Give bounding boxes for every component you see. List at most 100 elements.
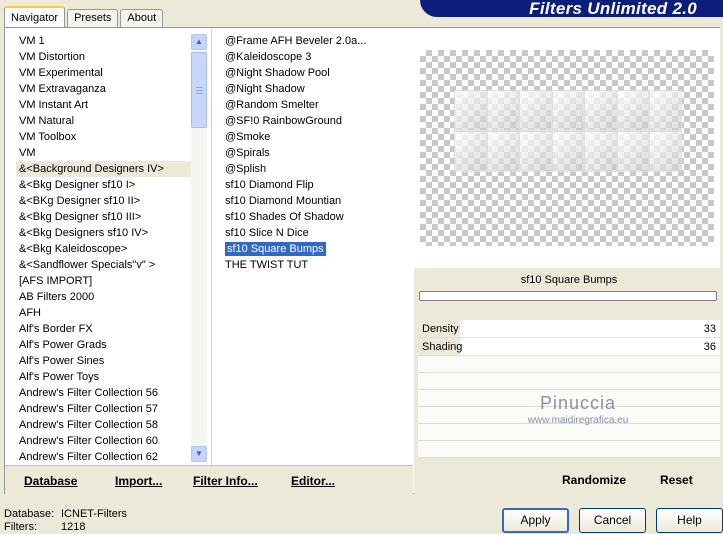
filter-item[interactable]: sf10 Diamond Mountian <box>222 193 412 209</box>
category-item[interactable]: VM Distortion <box>16 49 191 65</box>
brand-banner: Filters Unlimited 2.0 <box>420 0 723 17</box>
category-item[interactable]: VM Extravaganza <box>16 81 191 97</box>
main-panel: VM 1 VM Distortion VM Experimental VM Extra… <box>4 27 720 494</box>
watermark-name: Pinuccia <box>539 393 617 413</box>
param-empty-row <box>418 373 720 390</box>
status-filters-label: Filters: <box>4 521 37 533</box>
database-button[interactable]: Database <box>24 474 77 488</box>
status-database-value: ICNET-Filters <box>61 508 127 520</box>
param-empty-row <box>418 441 720 458</box>
category-item[interactable]: &<Bkg Designer sf10 I> <box>16 177 191 193</box>
category-item[interactable]: &<Bkg Designer sf10 III> <box>16 209 191 225</box>
bump-tile <box>616 131 650 172</box>
filter-item-label: @Random Smelter <box>225 99 319 111</box>
filter-item[interactable]: @Frame AFH Beveler 2.0a... <box>222 33 412 49</box>
filter-item[interactable]: THE TWIST TUT <box>222 257 412 273</box>
filter-item[interactable]: sf10 Shades Of Shadow <box>222 209 412 225</box>
parameter-panel: Density 33 Shading 36 Pinuccia www.maidi… <box>418 320 720 458</box>
filter-item[interactable]: sf10 Square Bumps <box>222 241 412 257</box>
filter-info-button[interactable]: Filter Info... <box>193 474 258 488</box>
category-item[interactable]: &<Background Designers IV> <box>16 161 191 177</box>
reset-button[interactable]: Reset <box>660 473 693 487</box>
category-item[interactable]: Andrew's Filter Collection 56 <box>16 385 191 401</box>
grip-line <box>196 87 203 88</box>
category-item[interactable]: &<Bkg Kaleidoscope> <box>16 241 191 257</box>
category-item[interactable]: VM Natural <box>16 113 191 129</box>
param-empty-row <box>418 424 720 441</box>
category-item[interactable]: Andrew's Filter Collection 62 <box>16 449 191 465</box>
category-item[interactable]: AB Filters 2000 <box>16 289 191 305</box>
category-item[interactable]: Alf's Power Toys <box>16 369 191 385</box>
navigator-button-bar: Database Import... Filter Info... Editor… <box>5 465 413 494</box>
bump-tile <box>584 131 617 172</box>
category-item[interactable]: AFH <box>16 305 191 321</box>
category-item[interactable]: VM Experimental <box>16 65 191 81</box>
bump-tile <box>486 90 520 131</box>
category-item[interactable]: Alf's Border FX <box>16 321 191 337</box>
category-item[interactable]: VM Instant Art <box>16 97 191 113</box>
param-shading-value: 36 <box>703 341 716 353</box>
filter-item[interactable]: sf10 Slice N Dice <box>222 225 412 241</box>
bump-tile <box>454 90 487 131</box>
category-item[interactable]: VM 1 <box>16 33 191 49</box>
editor-button[interactable]: Editor... <box>291 474 335 488</box>
import-button[interactable]: Import... <box>115 474 162 488</box>
grip-line <box>196 93 203 94</box>
filter-item[interactable]: @Spirals <box>222 145 412 161</box>
category-item[interactable]: VM <box>16 145 191 161</box>
category-item[interactable]: VM Toolbox <box>16 129 191 145</box>
filter-item-label: sf10 Diamond Flip <box>225 179 314 191</box>
filter-item-label: @Spirals <box>225 147 270 159</box>
filter-item[interactable]: @SF!0 RainbowGround <box>222 113 412 129</box>
category-item[interactable]: Alf's Power Grads <box>16 337 191 353</box>
preview-area: sf10 Square Bumps Density 33 Shading 36 … <box>414 28 720 494</box>
filter-item-label: @Night Shadow <box>225 83 305 95</box>
tab-navigator[interactable]: Navigator <box>4 6 66 27</box>
filter-item[interactable]: @Night Shadow Pool <box>222 65 412 81</box>
category-scrollbar[interactable]: ▲ ▼ <box>191 34 207 462</box>
scroll-thumb[interactable] <box>191 52 207 128</box>
filter-item[interactable]: @Splish <box>222 161 412 177</box>
preview-image <box>420 50 714 246</box>
filter-item[interactable]: @Night Shadow <box>222 81 412 97</box>
filter-item[interactable]: @Smoke <box>222 129 412 145</box>
filter-list[interactable]: @Frame AFH Beveler 2.0a... @Kaleidoscope … <box>222 33 412 273</box>
bump-tile <box>519 90 552 131</box>
filter-item[interactable]: @Random Smelter <box>222 97 412 113</box>
tab-presets[interactable]: Presets <box>67 9 119 27</box>
category-item[interactable]: Alf's Power Sines <box>16 353 191 369</box>
status-filters-value: 1218 <box>61 521 86 533</box>
filter-item-label: sf10 Shades Of Shadow <box>225 211 344 223</box>
param-empty-row <box>418 356 720 373</box>
filter-item-label: sf10 Slice N Dice <box>225 227 309 239</box>
filter-item-label: @Smoke <box>225 131 271 143</box>
category-item[interactable]: &<Bkg Designers sf10 IV> <box>16 225 191 241</box>
status-database-label: Database: <box>4 508 55 520</box>
category-item[interactable]: [AFS IMPORT] <box>16 273 191 289</box>
category-item[interactable]: Andrew's Filter Collection 57 <box>16 401 191 417</box>
filter-item[interactable]: sf10 Diamond Flip <box>222 177 412 193</box>
category-item[interactable]: Andrew's Filter Collection 58 <box>16 417 191 433</box>
list-divider <box>211 28 212 465</box>
current-filter-name: sf10 Square Bumps <box>418 268 720 292</box>
scroll-up-button[interactable]: ▲ <box>191 34 207 50</box>
square-bumps-preview <box>454 90 682 172</box>
tab-about[interactable]: About <box>120 9 164 27</box>
cancel-button[interactable]: Cancel <box>579 508 646 533</box>
param-density-value: 33 <box>703 323 716 335</box>
apply-button[interactable]: Apply <box>502 508 569 533</box>
bump-tile <box>649 90 682 131</box>
param-density-slider[interactable]: Density 33 <box>418 320 720 338</box>
help-button[interactable]: Help <box>656 508 723 533</box>
filter-item[interactable]: @Kaleidoscope 3 <box>222 49 412 65</box>
category-list[interactable]: VM 1 VM Distortion VM Experimental VM Extra… <box>16 33 191 465</box>
randomize-button[interactable]: Randomize <box>562 473 626 487</box>
category-item[interactable]: &<BKg Designer sf10 II> <box>16 193 191 209</box>
category-item[interactable]: &<Sandflower Specials"v" > <box>16 257 191 273</box>
bump-tile <box>454 131 487 172</box>
bump-tile <box>649 131 682 172</box>
scroll-down-button[interactable]: ▼ <box>191 446 207 462</box>
param-shading-slider[interactable]: Shading 36 <box>418 338 720 356</box>
tab-strip: Navigator Presets About <box>4 6 165 27</box>
category-item[interactable]: Andrew's Filter Collection 60 <box>16 433 191 449</box>
